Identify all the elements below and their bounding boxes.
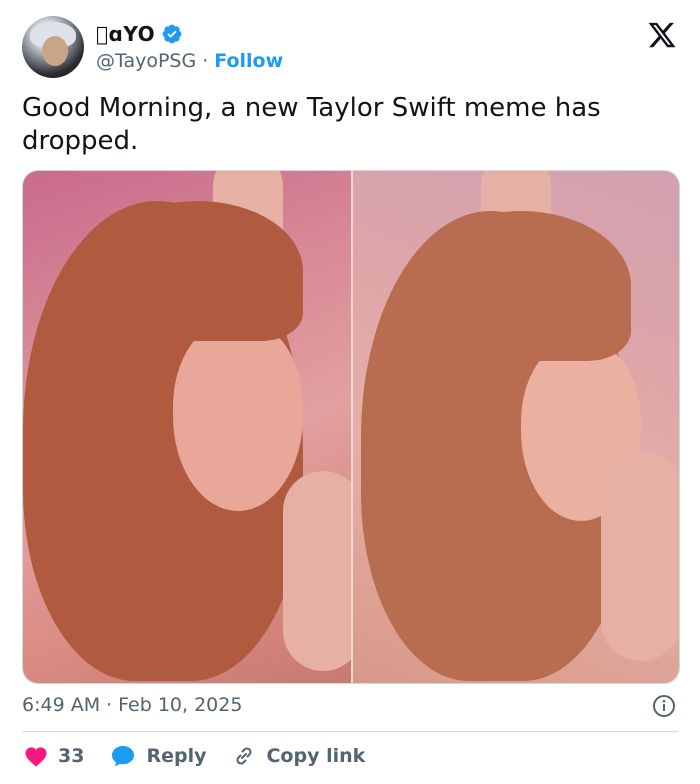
- reply-bubble-icon: [112, 746, 135, 767]
- meme-photo-left[interactable]: [23, 171, 351, 683]
- separator-dot: ·: [202, 50, 209, 72]
- like-count: 33: [58, 745, 85, 767]
- author-name-row:  ɑYO: [96, 22, 183, 46]
- tweet-timestamp[interactable]: 6:49 AM · Feb 10, 2025: [22, 694, 242, 716]
- media-divider: [351, 171, 353, 683]
- reply-label: Reply: [146, 745, 207, 767]
- x-logo-icon[interactable]: [646, 20, 678, 50]
- link-icon: [236, 747, 252, 765]
- reply-button[interactable]: Reply: [110, 744, 206, 768]
- copy-link-button[interactable]: Copy link: [232, 744, 365, 768]
- info-icon[interactable]: [652, 694, 676, 718]
- tweet-time: 6:49 AM: [22, 694, 101, 716]
- separator-dot: ·: [106, 694, 113, 716]
- tweet-media[interactable]: [22, 170, 680, 684]
- tweet-text: Good Morning, a new Taylor Swift meme ha…: [22, 93, 601, 156]
- follow-button[interactable]: Follow: [214, 50, 283, 72]
- action-bar: 33 Reply Copy link: [24, 744, 391, 768]
- tweet-date: Feb 10, 2025: [118, 694, 243, 716]
- copy-link-label: Copy link: [266, 745, 366, 767]
- tweet-embed:  ɑYO @TayoPSG · Follow Good Morning, a n…: [0, 0, 700, 784]
- divider: [22, 731, 678, 732]
- author-handle[interactable]: @TayoPSG: [96, 50, 196, 72]
- avatar[interactable]: [22, 16, 84, 78]
- meme-photo-right[interactable]: [351, 171, 679, 683]
- like-button[interactable]: 33: [24, 745, 84, 767]
- heart-icon: [25, 747, 47, 767]
- verified-badge-icon: [162, 24, 182, 44]
- author-display-name[interactable]:  ɑYO: [96, 22, 155, 46]
- handle-row: @TayoPSG · Follow: [96, 50, 283, 72]
